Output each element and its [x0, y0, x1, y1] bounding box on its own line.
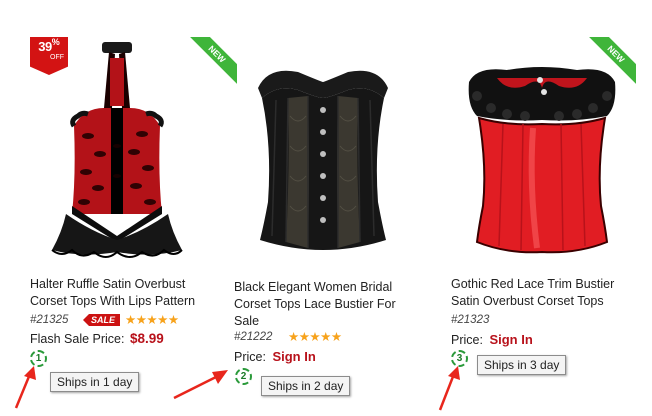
- product-title-line: Black Elegant Women Bridal: [234, 280, 393, 294]
- ships-tooltip: Ships in 3 day: [477, 355, 567, 375]
- sign-in-link[interactable]: Sign In: [272, 349, 315, 364]
- product-title-link[interactable]: Black Elegant Women Bridal Corset Tops L…: [234, 279, 424, 330]
- ships-tooltip: Ships in 2 day: [261, 376, 351, 396]
- rating-stars-icon: ★★★★★: [125, 313, 179, 327]
- sale-badge: SALE: [83, 314, 121, 326]
- discount-off-label: OFF: [50, 54, 64, 61]
- rating-stars-icon: ★★★★★: [288, 330, 342, 344]
- ship-days-circle-icon[interactable]: 2: [235, 368, 252, 385]
- price-row: Flash Sale Price: $8.99: [30, 331, 164, 346]
- ship-days-circle-icon[interactable]: 3: [451, 350, 468, 367]
- product-sku: #21323: [451, 314, 490, 326]
- ships-tooltip: Ships in 1 day: [50, 372, 140, 392]
- product-title-line: Corset Tops With Lips Pattern: [30, 294, 196, 308]
- red-arrow-icon: [173, 370, 228, 400]
- price-label: Price:: [451, 333, 483, 347]
- red-arrow-icon: [14, 366, 36, 409]
- product-sku: #21325: [30, 314, 69, 326]
- product-title-line: Corset Tops Lace Bustier For: [234, 297, 396, 311]
- discount-number: 39: [38, 39, 52, 54]
- product-image-black-corset[interactable]: [228, 36, 418, 268]
- product-title-link[interactable]: Gothic Red Lace Trim Bustier Satin Overb…: [451, 276, 641, 310]
- product-title-link[interactable]: Halter Ruffle Satin Overbust Corset Tops…: [30, 276, 220, 310]
- product-title-line: Sale: [234, 314, 260, 328]
- new-ribbon-label: NEW: [588, 37, 636, 85]
- price-row: Price: Sign In: [234, 349, 316, 364]
- price-row: Price: Sign In: [451, 332, 533, 347]
- product-title-line: Gothic Red Lace Trim Bustier: [451, 277, 615, 291]
- red-arrow-icon: [438, 366, 460, 411]
- sign-in-link[interactable]: Sign In: [489, 332, 532, 347]
- new-ribbon: NEW: [588, 37, 636, 85]
- price-value: $8.99: [129, 331, 164, 346]
- product-title-line: Satin Overbust Corset Tops: [451, 294, 604, 308]
- ship-days-circle-icon[interactable]: 1: [30, 350, 47, 367]
- price-label: Price:: [234, 350, 266, 364]
- discount-percent: %: [51, 37, 60, 47]
- price-label: Flash Sale Price:: [30, 332, 125, 346]
- product-sku: #21222: [234, 331, 273, 343]
- product-title-line: Halter Ruffle Satin Overbust: [30, 277, 186, 291]
